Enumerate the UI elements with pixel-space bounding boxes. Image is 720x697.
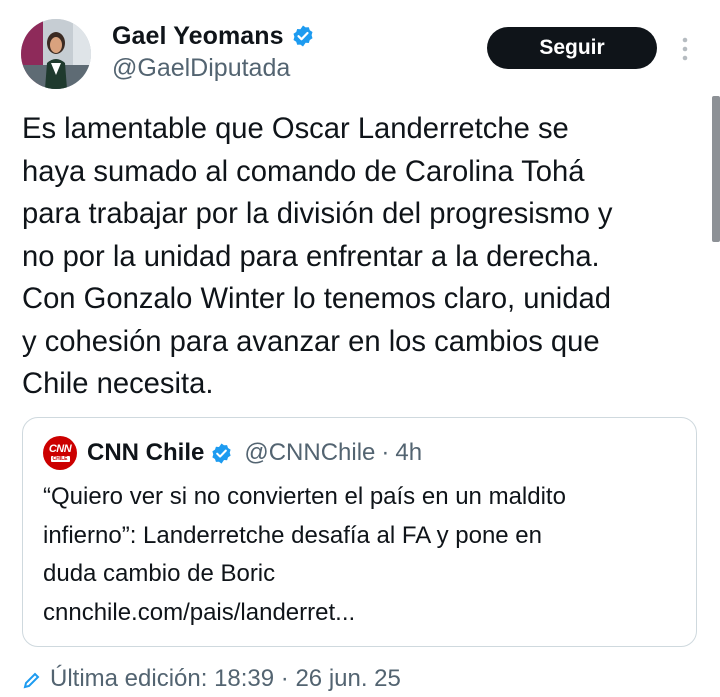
quoted-handle: @CNNChile	[244, 439, 376, 466]
tweet-text: Es lamentable que Oscar Landerretche se …	[22, 113, 613, 400]
quoted-timestamp: 4h	[395, 439, 423, 466]
more-options-icon[interactable]	[677, 36, 693, 62]
verified-badge-icon	[291, 24, 315, 48]
scrollbar-thumb[interactable]	[712, 96, 720, 242]
verified-badge-icon	[210, 442, 233, 465]
quoted-tweet-card[interactable]: CNN CHILE CNN Chile @CNNChile · 4h “Quie…	[22, 417, 697, 647]
author-display-name[interactable]: Gael Yeomans	[112, 22, 284, 51]
cnn-chile-avatar[interactable]: CNN CHILE	[43, 436, 77, 470]
edited-label: Última edición: 18:39 · 26 jun. 25	[50, 665, 401, 692]
separator-dot: ·	[381, 439, 390, 466]
author-handle[interactable]: @GaelDiputada	[112, 54, 290, 83]
cnn-logo-subtext: CHILE	[50, 456, 70, 462]
edited-indicator[interactable]: Última edición: 18:39 · 26 jun. 25	[22, 665, 401, 693]
author-name-row[interactable]: Gael Yeomans	[112, 19, 315, 53]
edit-pencil-icon	[22, 669, 42, 689]
quoted-display-name: CNN Chile	[87, 439, 205, 466]
author-avatar[interactable]	[21, 19, 91, 89]
quoted-tweet-header: CNN CHILE CNN Chile @CNNChile · 4h	[43, 436, 422, 470]
quoted-tweet-text: “Quiero ver si no convierten el país en …	[43, 483, 566, 626]
follow-button[interactable]: Seguir	[487, 27, 657, 69]
cnn-logo-text: CNN	[48, 443, 72, 455]
